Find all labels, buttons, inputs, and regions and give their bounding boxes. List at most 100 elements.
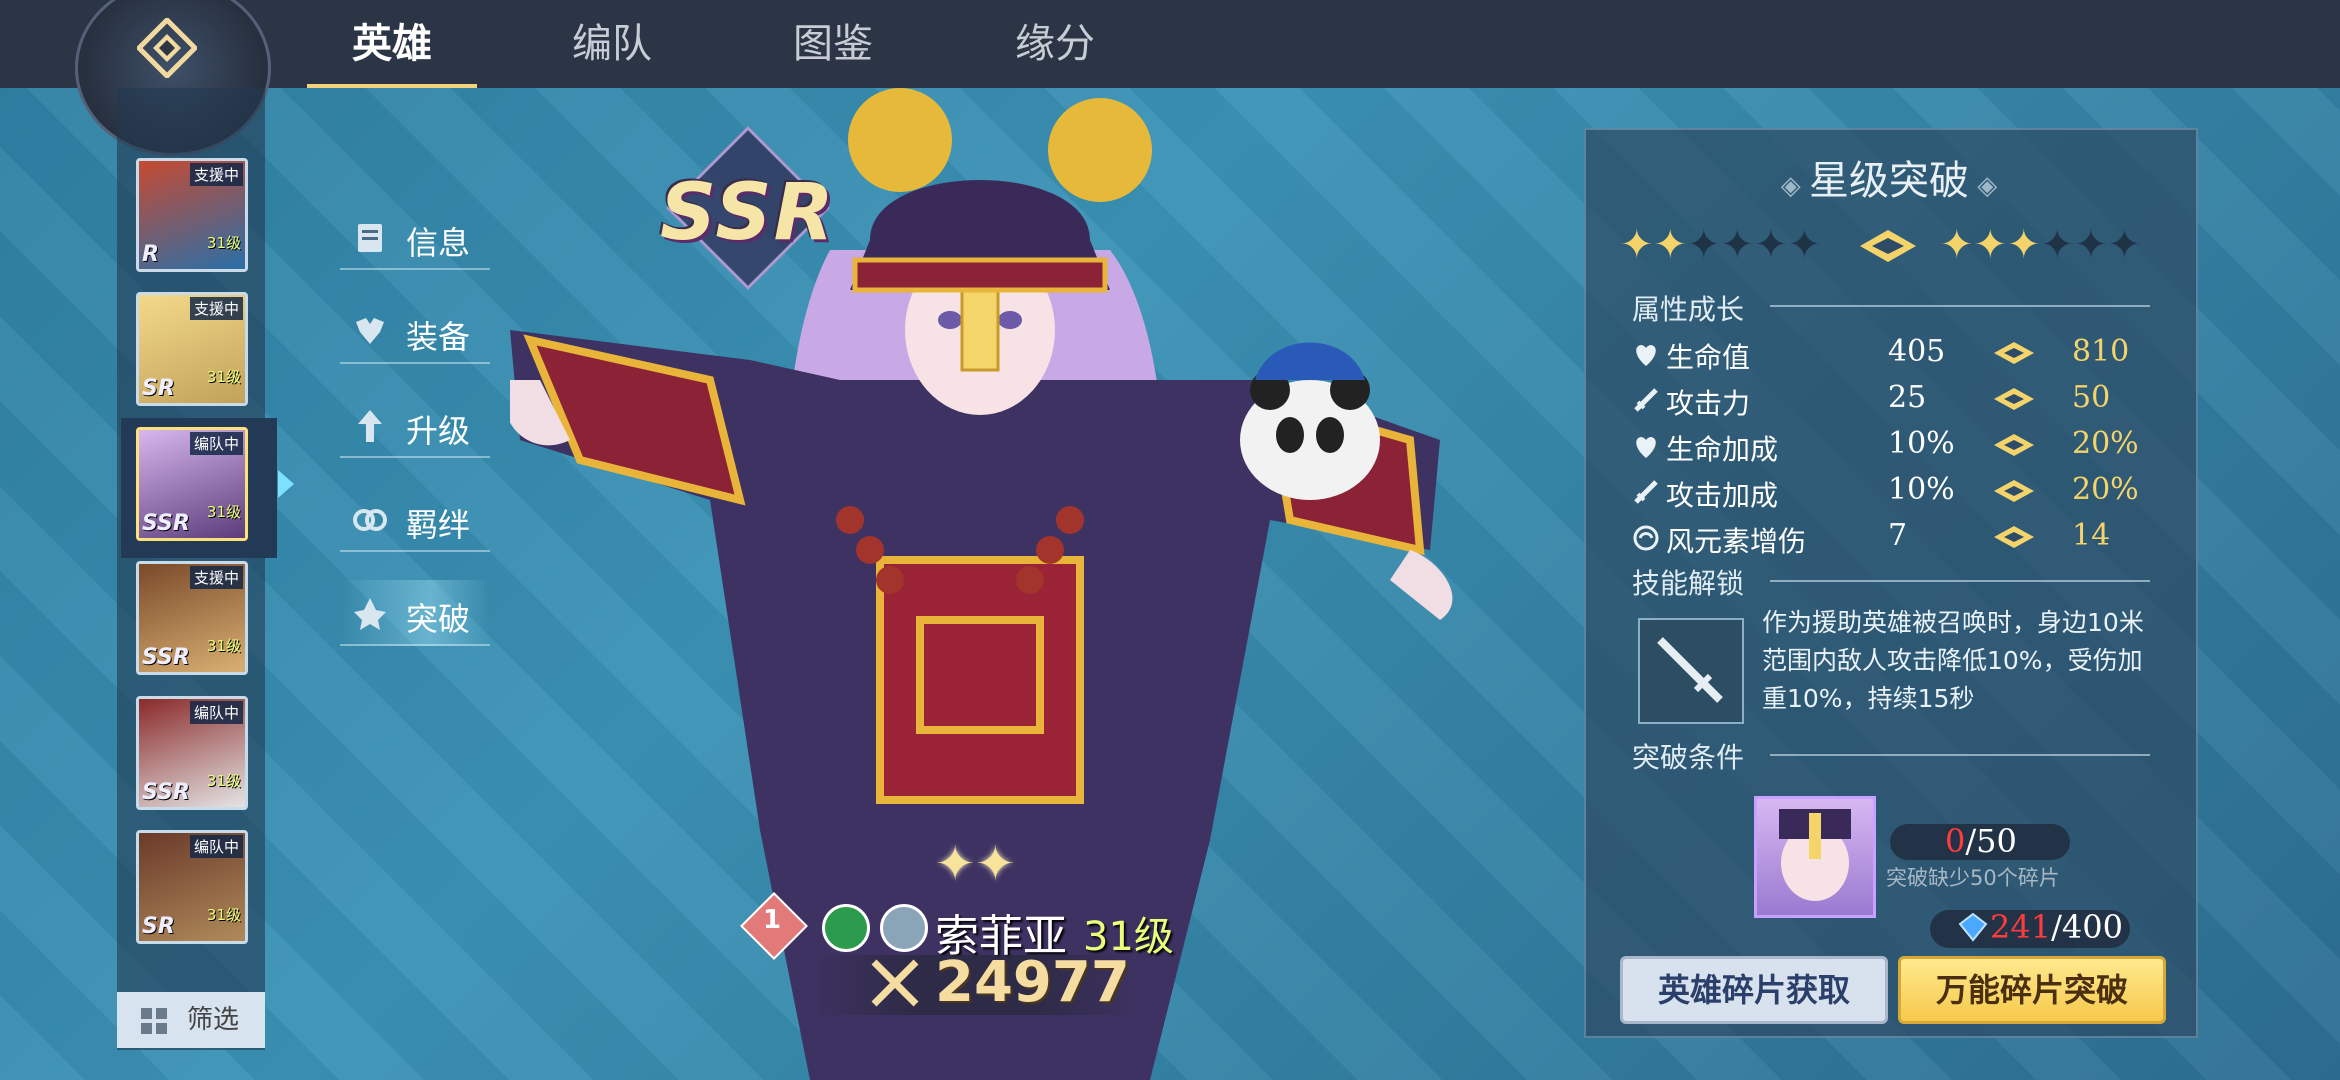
- status-badge: 编队中: [189, 835, 243, 858]
- filter-button[interactable]: 筛选: [117, 992, 265, 1048]
- heart-icon: [1636, 437, 1656, 458]
- universal-shard-count: 241/400: [1990, 908, 2123, 946]
- star-filled-icon: ✦: [2007, 222, 2041, 268]
- sword-icon: [1634, 388, 1658, 412]
- hero-star-icons: ✦✦: [935, 836, 1016, 892]
- title-ornament-left-icon: ◈: [1780, 171, 1809, 201]
- universal-have: 241: [1990, 908, 2052, 946]
- menu-info[interactable]: 信息: [340, 204, 490, 270]
- roster-hero-card[interactable]: 编队中 31级 SSR: [136, 427, 248, 541]
- stat-next: 20%: [2072, 426, 2139, 461]
- menu-level-up[interactable]: 升级: [340, 392, 490, 458]
- rank-number: 1: [762, 905, 782, 935]
- stat-name: 风元素增伤: [1666, 525, 1807, 558]
- grid-icon: [141, 1008, 167, 1034]
- stat-current: 10%: [1888, 472, 1955, 507]
- stat-row: 攻击加成 10% 20%: [1632, 472, 2162, 512]
- rarity-label: SSR: [142, 780, 190, 805]
- menu-equipment[interactable]: 装备: [340, 298, 490, 364]
- crossed-swords-icon: [871, 959, 919, 1007]
- arrow-right-icon: [1994, 434, 2034, 456]
- shard-shortage-note: 突破缺少50个碎片: [1886, 866, 2060, 890]
- hero-level-badge: 31级: [206, 772, 241, 790]
- star-filled-icon: ✦: [1620, 222, 1654, 268]
- level-up-icon: [358, 410, 382, 442]
- arrow-right-icon: [1994, 480, 2034, 502]
- class-icon: [880, 904, 928, 952]
- stat-next: 810: [2072, 334, 2130, 369]
- roster-hero-card[interactable]: 支援中 31级 SR: [136, 292, 248, 406]
- universal-shard-breakthrough-button[interactable]: 万能碎片突破: [1898, 956, 2166, 1024]
- stat-row: 生命值 405 810: [1632, 334, 2162, 374]
- get-hero-shards-button[interactable]: 英雄碎片获取: [1620, 956, 1888, 1024]
- active-tab-indicator: [307, 84, 477, 88]
- current-stars: ✦✦✦✦✦✦: [1620, 222, 1821, 268]
- heart-icon: [1636, 345, 1656, 366]
- menu-level-up-label: 升级: [406, 412, 471, 450]
- combat-power: 24977: [935, 950, 1130, 1015]
- star-empty-icon: ✦: [1787, 222, 1822, 268]
- selection-arrow-icon: [278, 470, 294, 498]
- star-empty-icon: ✦: [2040, 222, 2075, 268]
- status-badge: 支援中: [189, 297, 243, 320]
- wind-icon: [1633, 525, 1659, 551]
- stat-row: 攻击力 25 50: [1632, 380, 2162, 420]
- divider: [1770, 580, 2150, 582]
- arrow-right-icon: [1994, 388, 2034, 410]
- hero-shard-card[interactable]: [1754, 796, 1876, 918]
- universal-need: /400: [2051, 908, 2123, 946]
- skill-icon[interactable]: [1638, 618, 1744, 724]
- hero-level-badge: 31级: [206, 234, 241, 252]
- star-empty-icon: ✦: [2074, 222, 2108, 268]
- status-badge: 支援中: [189, 163, 243, 186]
- shard-have: 0: [1945, 822, 1966, 860]
- stat-current: 10%: [1888, 426, 1955, 461]
- hero-portrait-thumb: [1779, 809, 1851, 901]
- stat-next: 14: [2072, 518, 2111, 553]
- arrow-right-icon: [1994, 526, 2034, 548]
- roster-hero-card[interactable]: 编队中 31级 SR: [136, 830, 248, 944]
- stat-row: 生命加成 10% 20%: [1632, 426, 2162, 466]
- stat-next: 20%: [2072, 472, 2139, 507]
- stat-name: 攻击力: [1666, 387, 1751, 420]
- divider: [1770, 305, 2150, 307]
- shard-count: 0/50: [1945, 822, 2017, 860]
- roster-hero-card[interactable]: 支援中 31级 R: [136, 158, 248, 272]
- stat-current: 7: [1888, 518, 1908, 553]
- upgrade-arrow-icon: [1860, 230, 1916, 262]
- tab-codex[interactable]: 图鉴: [748, 14, 918, 74]
- hero-level-badge: 31级: [206, 906, 241, 924]
- filter-label: 筛选: [187, 1005, 240, 1035]
- condition-section-title: 突破条件: [1632, 741, 1745, 774]
- stat-name: 生命加成: [1666, 433, 1779, 466]
- crystal-icon: [1958, 912, 1988, 942]
- next-stars: ✦✦✦✦✦✦: [1940, 222, 2141, 268]
- menu-equipment-label: 装备: [406, 318, 471, 356]
- shard-need: /50: [1965, 822, 2017, 860]
- star-filled-icon: ✦: [1653, 222, 1688, 268]
- tab-bonds[interactable]: 缘分: [970, 14, 1140, 74]
- star-filled-icon: ✦: [1940, 222, 1974, 268]
- star-filled-icon: ✦: [1973, 222, 2008, 268]
- panel-title: ◈ 星级突破 ◈: [1584, 148, 2194, 206]
- book-icon: [358, 224, 382, 252]
- back-arrow-icon: [137, 18, 197, 78]
- rarity-label: SR: [142, 376, 175, 401]
- hero-level-badge: 31级: [206, 503, 241, 521]
- blade-icon: [1657, 637, 1723, 703]
- roster-hero-card[interactable]: 编队中 31级 SSR: [136, 696, 248, 810]
- menu-breakthrough-label: 突破: [406, 600, 471, 638]
- hero-level-badge: 31级: [206, 637, 241, 655]
- star-empty-icon: ✦: [1687, 222, 1721, 268]
- stat-row: 风元素增伤 7 14: [1632, 518, 2162, 558]
- rarity-label: R: [142, 242, 159, 267]
- menu-breakthrough[interactable]: 突破: [340, 580, 490, 646]
- stat-current: 25: [1888, 380, 1927, 415]
- tab-formation[interactable]: 编队: [527, 14, 697, 74]
- menu-bonds[interactable]: 羁绊: [340, 486, 490, 552]
- status-badge: 支援中: [189, 566, 243, 589]
- roster-hero-card[interactable]: 支援中 31级 SSR: [136, 561, 248, 675]
- star-empty-icon: ✦: [1754, 222, 1788, 268]
- tab-heroes[interactable]: 英雄: [307, 14, 477, 74]
- armor-icon: [356, 318, 384, 344]
